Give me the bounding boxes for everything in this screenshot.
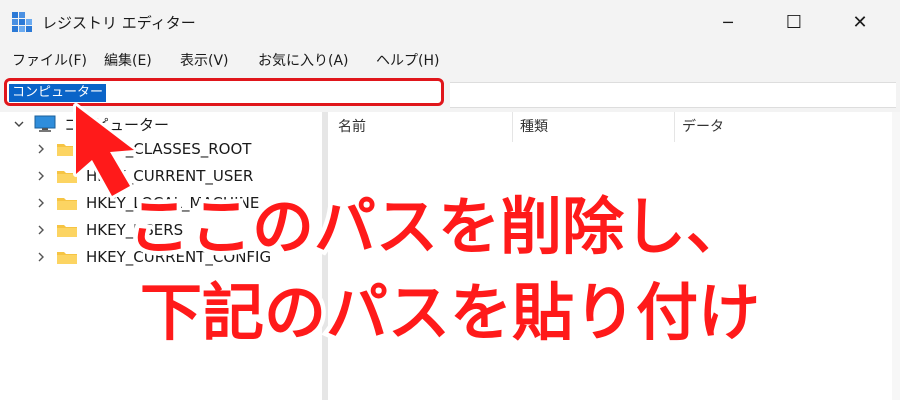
menu-edit[interactable]: 編集(E) — [104, 50, 152, 70]
minimize-icon: ─ — [723, 12, 733, 32]
chevron-right-icon[interactable] — [34, 196, 48, 210]
address-bar-remainder — [450, 82, 896, 108]
minimize-button[interactable]: ─ — [706, 6, 750, 38]
close-icon: ✕ — [852, 11, 868, 33]
chevron-right-icon[interactable] — [34, 223, 48, 237]
close-button[interactable]: ✕ — [838, 6, 882, 38]
monitor-icon — [34, 115, 56, 132]
menu-favorites[interactable]: お気に入り(A) — [258, 50, 349, 70]
column-divider[interactable] — [512, 112, 513, 142]
window-title: レジストリ エディター — [42, 14, 196, 32]
chevron-right-icon[interactable] — [34, 250, 48, 264]
registry-icon — [12, 12, 32, 32]
menu-file[interactable]: ファイル(F) — [12, 50, 87, 70]
annotation-line-2: 下記のパスを貼り付け — [135, 276, 764, 349]
menu-bar: ファイル(F) 編集(E) 表示(V) お気に入り(A) ヘルプ(H) — [0, 44, 900, 74]
folder-icon — [57, 252, 77, 264]
column-header-data[interactable]: データ — [682, 116, 724, 140]
maximize-button[interactable]: ☐ — [772, 6, 816, 38]
maximize-icon: ☐ — [785, 11, 803, 33]
column-header-type[interactable]: 種類 — [520, 116, 548, 140]
title-bar: レジストリ エディター ─ ☐ ✕ — [0, 0, 900, 44]
folder-icon — [57, 225, 77, 237]
annotation-line-1: ここのパスを削除し、 — [123, 190, 752, 263]
menu-view[interactable]: 表示(V) — [180, 50, 229, 70]
column-divider[interactable] — [674, 112, 675, 142]
column-header-name[interactable]: 名前 — [338, 116, 366, 140]
chevron-right-icon[interactable] — [34, 142, 48, 156]
chevron-right-icon[interactable] — [34, 169, 48, 183]
vertical-scrollbar[interactable] — [892, 112, 900, 400]
menu-help[interactable]: ヘルプ(H) — [376, 50, 439, 70]
chevron-down-icon[interactable] — [12, 117, 26, 131]
